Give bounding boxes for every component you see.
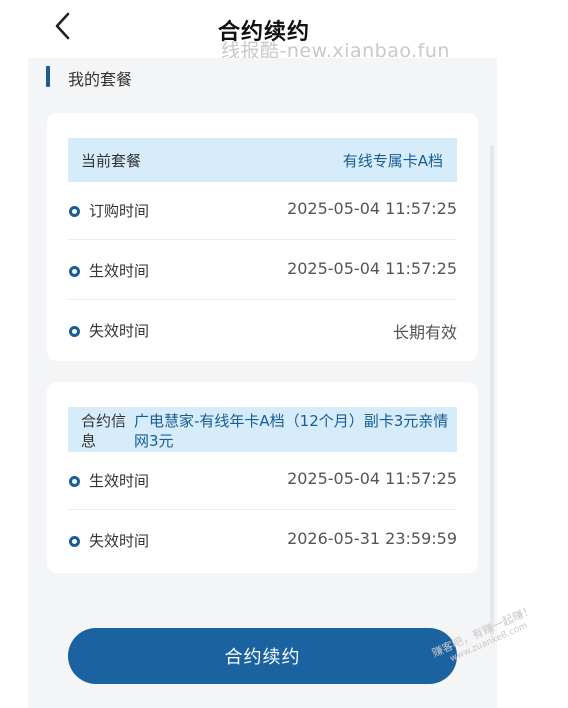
plan-effective-time-row: 生效时间 2025-05-04 11:57:25 — [68, 242, 457, 300]
order-time-row: 订购时间 2025-05-04 11:57:25 — [68, 182, 457, 240]
plan-effective-time-value: 2025-05-04 11:57:25 — [287, 259, 457, 278]
contract-effective-time-label: 生效时间 — [89, 472, 150, 490]
contract-info-value: 广电慧家-有线年卡A档（12个月）副卡3元亲情网3元 — [134, 412, 449, 450]
section-title: 我的套餐 — [68, 70, 133, 89]
plan-expiry-time-value: 长期有效 — [392, 323, 457, 342]
bullet-dot-icon — [69, 206, 80, 217]
plan-expiry-time-row: 失效时间 长期有效 — [68, 302, 457, 360]
renew-contract-button[interactable]: 合约续约 — [68, 628, 457, 684]
contract-effective-time-row: 生效时间 2025-05-04 11:57:25 — [68, 452, 457, 510]
bullet-dot-icon — [69, 476, 80, 487]
plan-expiry-time-label: 失效时间 — [89, 322, 150, 340]
order-time-value: 2025-05-04 11:57:25 — [287, 199, 457, 218]
contract-expiry-time-value: 2026-05-31 23:59:59 — [287, 529, 457, 548]
contract-renewal-page: 合约续约 线报酷-new.xianbao.fun 我的套餐 当前套餐 有线专属卡… — [0, 0, 568, 708]
scrollbar[interactable] — [490, 145, 494, 635]
plan-effective-time-label: 生效时间 — [89, 262, 150, 280]
bullet-dot-icon — [69, 326, 80, 337]
bullet-dot-icon — [69, 536, 80, 547]
section-accent-bar — [46, 66, 50, 87]
current-plan-label: 当前套餐 — [81, 152, 142, 170]
current-plan-value: 有线专属卡A档 — [342, 152, 443, 170]
contract-info-card: 合约信息 广电慧家-有线年卡A档（12个月）副卡3元亲情网3元 生效时间 202… — [47, 382, 478, 573]
contract-info-banner: 合约信息 广电慧家-有线年卡A档（12个月）副卡3元亲情网3元 — [68, 407, 457, 452]
order-time-label: 订购时间 — [89, 202, 150, 220]
contract-info-label: 合约信息 — [81, 412, 127, 450]
current-plan-banner: 当前套餐 有线专属卡A档 — [68, 138, 457, 182]
contract-expiry-time-label: 失效时间 — [89, 532, 150, 550]
contract-effective-time-value: 2025-05-04 11:57:25 — [287, 469, 457, 488]
current-plan-card: 当前套餐 有线专属卡A档 订购时间 2025-05-04 11:57:25 生效… — [47, 113, 478, 361]
bullet-dot-icon — [69, 266, 80, 277]
contract-expiry-time-row: 失效时间 2026-05-31 23:59:59 — [68, 512, 457, 570]
header-bar: 合约续约 线报酷-new.xianbao.fun — [0, 0, 568, 62]
